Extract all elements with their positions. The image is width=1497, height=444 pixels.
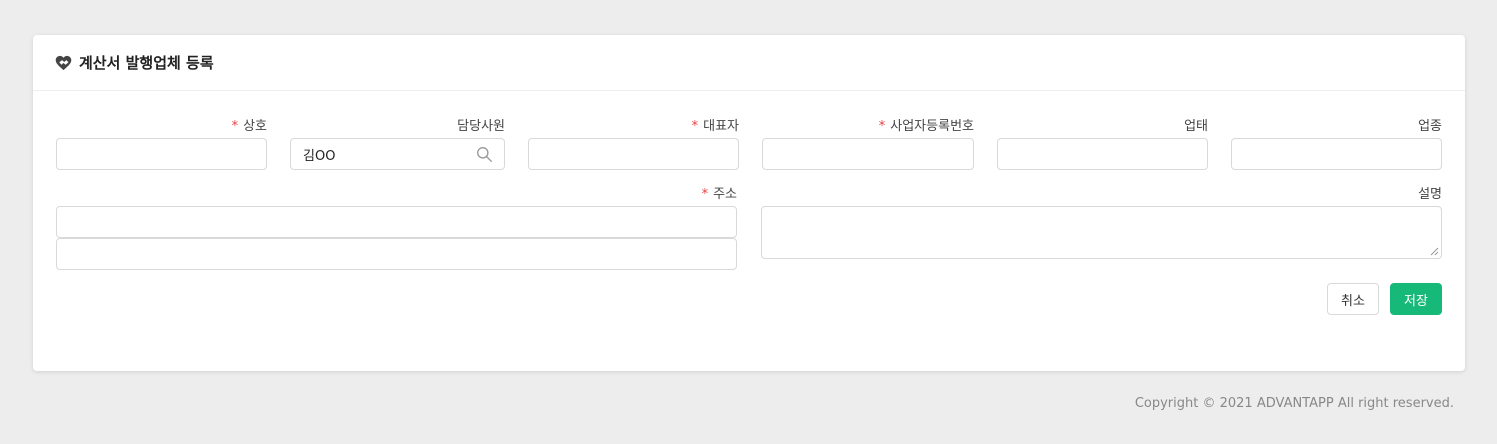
copyright-footer: Copyright © 2021 ADVANTAPP All right res… [1134,396,1454,411]
business-number-input[interactable] [762,138,974,170]
required-mark: * [878,119,886,134]
save-button[interactable]: 저장 [1390,283,1442,315]
business-type-label: 업태 [1184,119,1208,134]
manager-input[interactable]: 김OO [290,138,505,170]
description-label: 설명 [1418,187,1442,202]
required-mark: * [231,119,239,134]
search-icon[interactable] [476,146,493,163]
description-textarea[interactable] [761,206,1442,259]
required-mark: * [691,119,699,134]
page-title: 계산서 발행업체 등록 [79,54,214,72]
business-item-label: 업종 [1418,119,1442,134]
representative-label: * 대표자 [691,119,739,134]
cancel-button[interactable]: 취소 [1327,283,1379,315]
manager-label: 담당사원 [457,119,505,134]
manager-value: 김OO [303,148,336,164]
address-label: * 주소 [701,187,737,202]
registration-card: 계산서 발행업체 등록 * 상호 담당사원 * 대표자 * 사업자등록번호 업태 업종… [33,35,1465,371]
address-line2-input[interactable] [56,238,737,270]
company-name-label: * 상호 [231,119,267,134]
representative-input[interactable] [528,138,739,170]
card-header: 계산서 발행업체 등록 [33,35,1465,91]
required-mark: * [701,187,709,202]
business-type-input[interactable] [997,138,1208,170]
heart-handshake-icon [55,55,72,70]
company-name-input[interactable] [56,138,267,170]
resize-grip-icon[interactable] [1430,247,1439,256]
business-number-label: * 사업자등록번호 [878,119,974,134]
business-item-input[interactable] [1231,138,1442,170]
address-line1-input[interactable] [56,206,737,238]
